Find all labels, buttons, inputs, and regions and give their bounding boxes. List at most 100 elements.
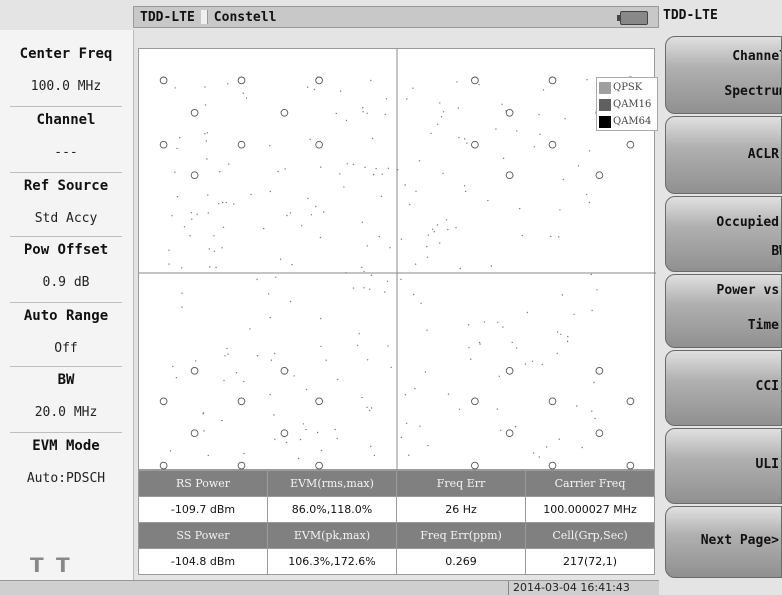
param-value: Auto:PDSCH bbox=[26, 471, 106, 486]
sample-dot bbox=[256, 278, 258, 281]
param-divider bbox=[10, 106, 122, 107]
sample-dot bbox=[457, 107, 459, 109]
sample-dot bbox=[335, 112, 337, 115]
sample-dot bbox=[439, 102, 441, 104]
sample-dot bbox=[561, 294, 564, 296]
value-cell: 217(72,1) bbox=[526, 549, 654, 575]
sample-dot bbox=[516, 347, 518, 349]
sample-dot bbox=[315, 205, 317, 208]
sample-dot bbox=[227, 353, 229, 355]
reference-point bbox=[595, 429, 604, 438]
sample-dot bbox=[408, 454, 410, 456]
tab-mode[interactable]: TDD-LTE bbox=[134, 10, 201, 25]
sample-dot bbox=[320, 449, 323, 452]
param-pow-offset-value: 0.9 dB bbox=[6, 275, 126, 290]
reference-point bbox=[505, 108, 514, 117]
sample-dot bbox=[519, 207, 521, 210]
softkey-aclr[interactable]: ACLR bbox=[665, 116, 782, 194]
sample-dot bbox=[366, 406, 368, 408]
sample-dot bbox=[546, 446, 548, 448]
softkey-power-vs-time[interactable]: Power vs. Time bbox=[665, 274, 782, 348]
sample-dot bbox=[381, 173, 383, 175]
sample-dot bbox=[466, 142, 468, 144]
sample-dot bbox=[269, 393, 271, 396]
param-ref-source-value: Std Accy bbox=[6, 211, 126, 226]
value-carrier-freq: 100.000027 MHz bbox=[526, 497, 654, 523]
sample-dot bbox=[433, 231, 435, 233]
param-bw[interactable]: BW bbox=[6, 372, 126, 388]
sample-dot bbox=[431, 228, 434, 230]
reference-point bbox=[548, 461, 557, 470]
sample-dot bbox=[369, 288, 371, 290]
param-channel[interactable]: Channel bbox=[6, 112, 126, 128]
constellation-svg bbox=[139, 49, 656, 471]
sample-dot bbox=[366, 245, 368, 247]
sample-dot bbox=[207, 212, 209, 214]
sample-dot bbox=[325, 359, 327, 361]
reference-point bbox=[595, 366, 604, 375]
sample-dot bbox=[174, 87, 176, 89]
sample-dot bbox=[309, 138, 311, 141]
softkey-cci[interactable]: CCI bbox=[665, 350, 782, 426]
status-bar: 2014-03-04 16:41:43 bbox=[0, 580, 659, 595]
sample-dot bbox=[171, 215, 173, 217]
sample-dot bbox=[400, 436, 403, 439]
sample-dot bbox=[442, 111, 445, 113]
sample-dot bbox=[556, 331, 559, 333]
reference-point bbox=[626, 397, 635, 406]
value-evm-pk: 106.3%,172.6% bbox=[268, 549, 397, 575]
sample-dot bbox=[269, 145, 271, 147]
reference-point bbox=[159, 76, 168, 85]
sample-dot bbox=[207, 194, 209, 196]
sample-dot bbox=[427, 444, 429, 447]
sample-dot bbox=[183, 226, 186, 228]
sample-dot bbox=[455, 227, 457, 229]
reference-point bbox=[626, 140, 635, 149]
softkey-occupied-bw[interactable]: Occupied BW bbox=[665, 196, 782, 272]
param-ref-source[interactable]: Ref Source bbox=[6, 178, 126, 194]
sample-dot bbox=[427, 234, 429, 236]
sample-dot bbox=[414, 263, 417, 265]
sample-dot bbox=[387, 167, 390, 169]
reference-point bbox=[505, 171, 514, 180]
sample-dot bbox=[560, 333, 562, 336]
tab-view[interactable]: Constell bbox=[208, 10, 283, 25]
softkey-uli[interactable]: ULI bbox=[665, 428, 782, 504]
softkey-next-page[interactable]: Next Page> bbox=[665, 506, 782, 578]
softkey-channel-spectrum[interactable]: Channel Spectrum bbox=[665, 36, 782, 114]
reference-point bbox=[190, 108, 199, 117]
results-table: RS Power EVM(rms,max) Freq Err Carrier F… bbox=[138, 470, 655, 575]
sample-dot bbox=[418, 160, 421, 162]
sample-dot bbox=[181, 306, 183, 308]
sample-dot bbox=[470, 358, 472, 360]
sample-dot bbox=[373, 454, 376, 457]
sample-dot bbox=[352, 287, 355, 289]
sample-dot bbox=[316, 431, 319, 434]
reference-point bbox=[237, 76, 246, 85]
reference-point bbox=[159, 461, 168, 470]
sample-dot bbox=[558, 236, 560, 238]
sample-dot bbox=[502, 157, 505, 159]
param-auto-range[interactable]: Auto Range bbox=[6, 308, 126, 324]
sample-dot bbox=[564, 118, 566, 120]
sample-dot bbox=[524, 363, 527, 365]
sample-dot bbox=[222, 202, 224, 204]
sample-dot bbox=[459, 267, 461, 270]
sample-dot bbox=[224, 355, 226, 357]
sample-dot bbox=[590, 273, 592, 276]
sample-dot bbox=[463, 185, 466, 187]
reference-point bbox=[548, 76, 557, 85]
sample-dot bbox=[181, 292, 183, 294]
sample-dot bbox=[221, 247, 223, 249]
sample-dot bbox=[361, 266, 363, 269]
sample-dot bbox=[567, 335, 569, 338]
sample-dot bbox=[339, 173, 341, 175]
param-evm-mode[interactable]: EVM Mode bbox=[6, 438, 126, 454]
param-value: Std Accy bbox=[34, 211, 98, 226]
param-center-freq[interactable]: Center Freq bbox=[6, 46, 126, 62]
param-pow-offset[interactable]: Pow Offset bbox=[6, 242, 126, 258]
softkey-title: TDD-LTE bbox=[663, 8, 718, 23]
reference-point bbox=[471, 140, 479, 149]
sample-dot bbox=[447, 393, 450, 395]
legend-swatch bbox=[599, 115, 611, 128]
